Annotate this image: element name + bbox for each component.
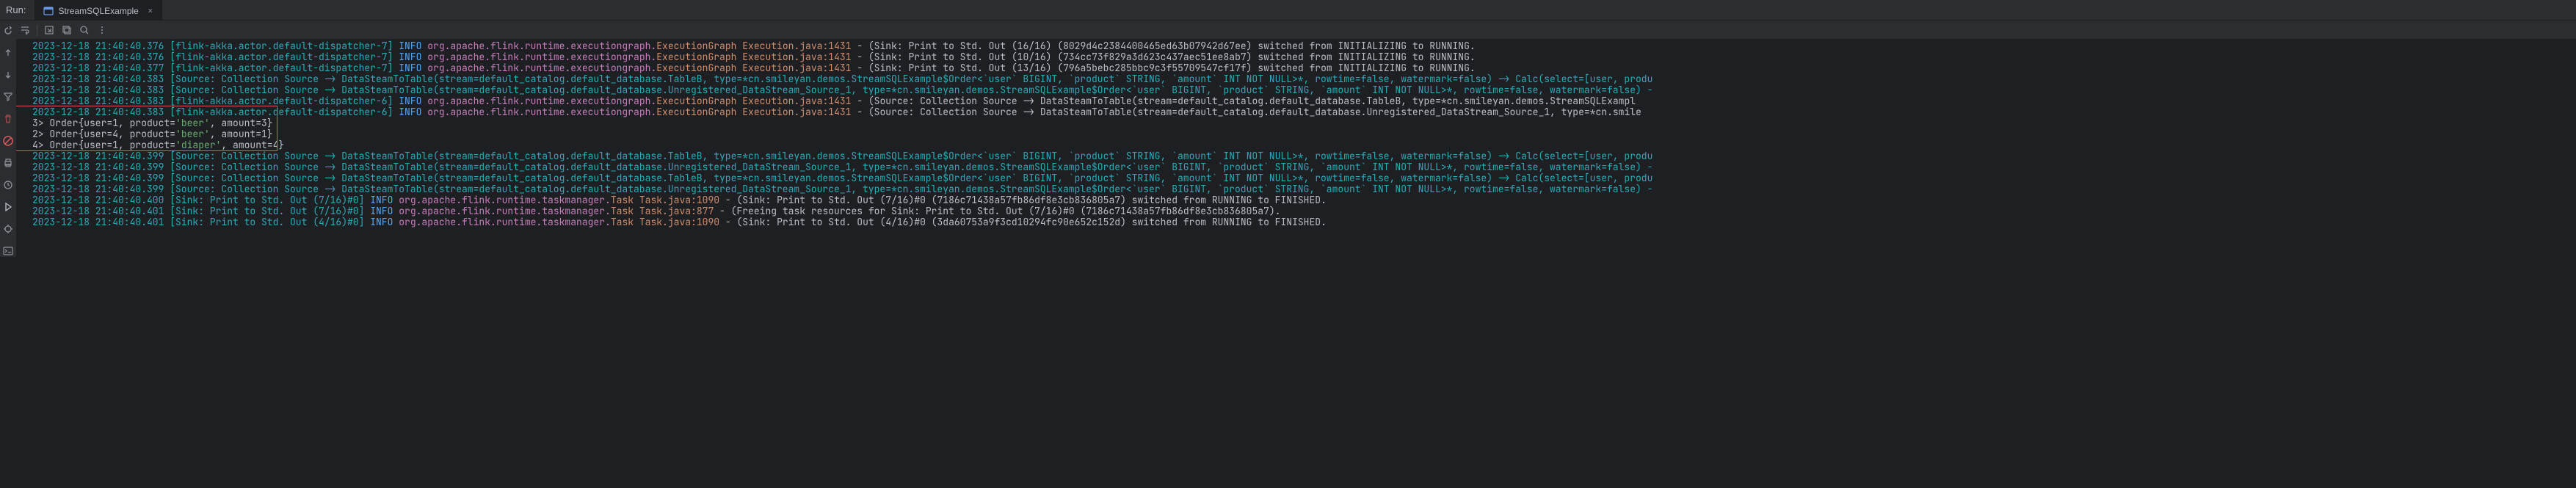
scroll-to-end-icon[interactable] bbox=[43, 24, 55, 36]
log-line[interactable]: 2023-12-18 21:40:40.383 [flink-akka.acto… bbox=[32, 107, 2570, 118]
run-main: 2023-12-18 21:40:40.376 [flink-akka.acto… bbox=[0, 21, 2576, 257]
up-arrow-icon[interactable] bbox=[2, 47, 14, 59]
search-icon[interactable] bbox=[79, 24, 90, 36]
history-icon[interactable] bbox=[2, 179, 14, 191]
terminal-icon[interactable] bbox=[2, 245, 14, 257]
run-label: Run: bbox=[6, 4, 35, 15]
filter-icon[interactable] bbox=[2, 91, 14, 103]
content-area: 2023-12-18 21:40:40.376 [flink-akka.acto… bbox=[16, 21, 2576, 257]
log-line[interactable]: 3> Order{user=1, product='beer', amount=… bbox=[32, 118, 2570, 129]
run-config-icon bbox=[43, 6, 54, 16]
console-toolbar bbox=[16, 21, 2576, 40]
console-output[interactable]: 2023-12-18 21:40:40.376 [flink-akka.acto… bbox=[16, 40, 2576, 257]
play-icon[interactable] bbox=[2, 201, 14, 213]
trash-icon[interactable] bbox=[2, 113, 14, 125]
run-header-bar: Run: StreamSQLExample × bbox=[0, 0, 2576, 21]
print-icon[interactable] bbox=[2, 157, 14, 169]
stop-icon[interactable] bbox=[2, 135, 14, 147]
left-toolbar bbox=[0, 21, 16, 257]
close-icon[interactable]: × bbox=[148, 4, 153, 17]
debug-icon[interactable] bbox=[2, 223, 14, 235]
more-icon[interactable] bbox=[96, 24, 108, 36]
down-arrow-icon[interactable] bbox=[2, 69, 14, 81]
log-line[interactable]: 2023-12-18 21:40:40.401 [Sink: Print to … bbox=[32, 217, 2570, 228]
rerun-icon[interactable] bbox=[2, 25, 14, 37]
soft-wrap-icon[interactable] bbox=[19, 24, 31, 36]
scroll-stack-icon[interactable] bbox=[61, 24, 73, 36]
log-line[interactable]: 2> Order{user=4, product='beer', amount=… bbox=[32, 129, 2570, 140]
run-tab[interactable]: StreamSQLExample × bbox=[35, 0, 162, 21]
tab-label: StreamSQLExample bbox=[58, 6, 138, 16]
